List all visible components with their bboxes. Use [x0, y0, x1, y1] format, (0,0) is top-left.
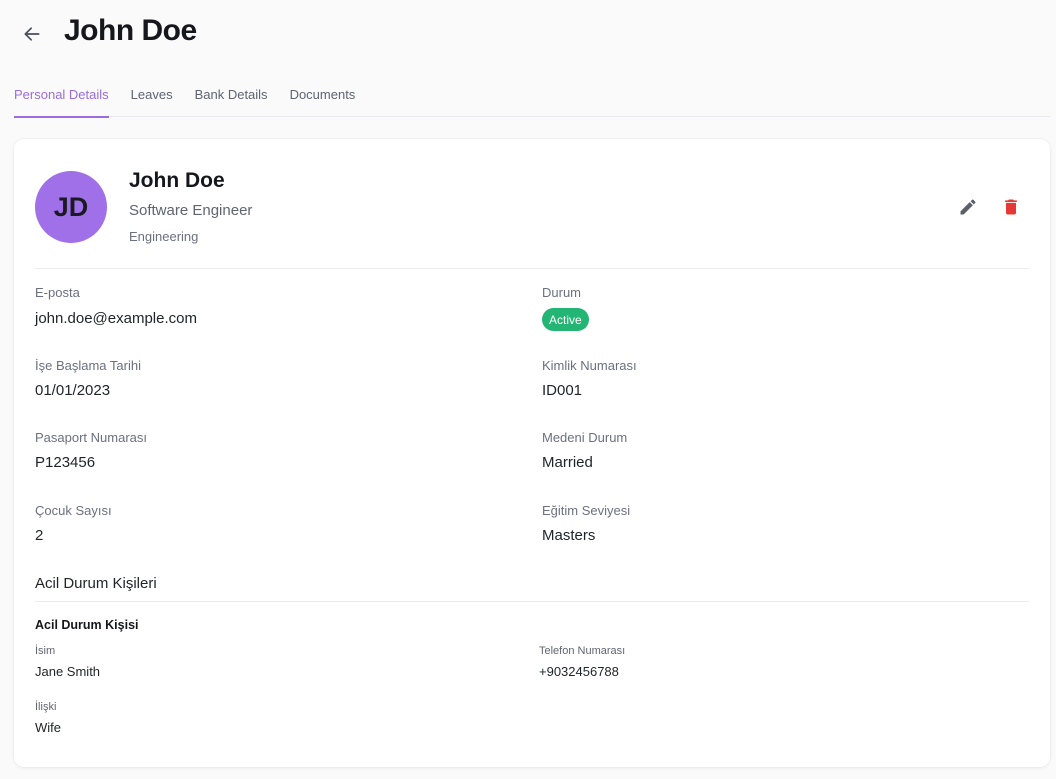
tab-bar: Personal Details Leaves Bank Details Doc… [14, 84, 1050, 118]
pencil-icon [960, 199, 976, 215]
page-title: John Doe [64, 14, 197, 47]
marital-status-value: Married [542, 454, 593, 471]
start-date-value: 01/01/2023 [35, 382, 111, 399]
education-value: Masters [542, 527, 596, 544]
start-date-label: İşe Başlama Tarihi [35, 358, 141, 373]
avatar: JD [35, 171, 107, 243]
contact-phone-value: +9032456788 [539, 664, 619, 679]
employee-department: Engineering [129, 229, 199, 244]
contact-relation-value: Wife [35, 720, 61, 735]
arrow-left-icon [24, 27, 40, 41]
id-number-value: ID001 [542, 382, 583, 399]
contact-name-value: Jane Smith [35, 664, 101, 679]
marital-status-label: Medeni Durum [542, 430, 628, 445]
contact-phone-label: Telefon Numarası [539, 645, 626, 657]
tab-documents[interactable]: Documents [290, 84, 356, 117]
emergency-divider [35, 601, 1029, 602]
id-number-label: Kimlik Numarası [542, 358, 637, 373]
children-value: 2 [35, 527, 44, 544]
contact-relation-label: İlişki [35, 701, 57, 713]
passport-label: Pasaport Numarası [35, 430, 147, 445]
emergency-contact-title: Acil Durum Kişisi [35, 618, 139, 632]
email-value: john.doe@example.com [35, 310, 197, 327]
employee-name: John Doe [129, 169, 225, 192]
employee-role: Software Engineer [129, 202, 253, 219]
tab-personal-details[interactable]: Personal Details [14, 84, 109, 118]
education-label: Eğitim Seviyesi [542, 503, 631, 518]
back-button[interactable] [20, 22, 44, 46]
children-label: Çocuk Sayısı [35, 503, 112, 518]
employee-card: JD John Doe Software Engineer Engineerin… [14, 139, 1050, 767]
delete-button[interactable] [999, 195, 1023, 219]
edit-button[interactable] [956, 195, 980, 219]
contact-name-label: İsim [35, 645, 56, 657]
status-label: Durum [542, 285, 582, 300]
status-badge: Active [542, 308, 589, 331]
page-header: John Doe [0, 0, 1056, 70]
emergency-contacts-heading: Acil Durum Kişileri [35, 575, 157, 592]
tab-leaves[interactable]: Leaves [131, 84, 173, 117]
email-label: E-posta [35, 285, 80, 300]
passport-value: P123456 [35, 454, 96, 471]
trash-icon [1005, 199, 1017, 215]
profile-divider [35, 268, 1029, 269]
tab-bank-details[interactable]: Bank Details [195, 84, 268, 117]
